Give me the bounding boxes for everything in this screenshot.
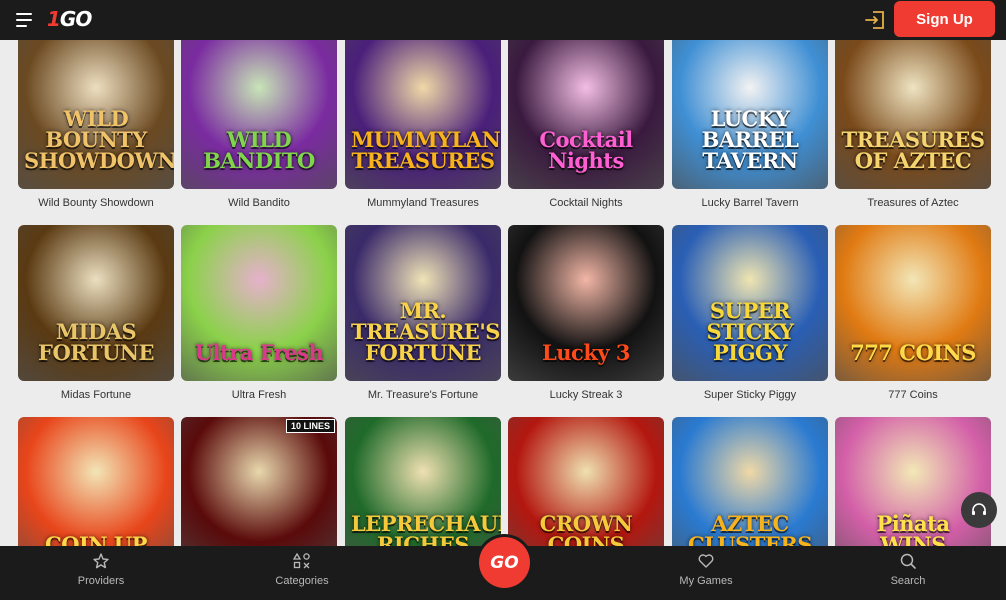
game-title: 777 Coins	[888, 389, 938, 401]
game-logo-text: Cocktail Nights	[539, 127, 633, 173]
game-logo-text: MUMMYLAND TREASURES	[351, 127, 501, 173]
brand-logo[interactable]: 1GO	[47, 7, 92, 31]
game-thumbnail[interactable]: MIDAS FORTUNE	[18, 225, 174, 381]
game-thumbnail[interactable]: Ultra Fresh	[181, 225, 337, 381]
top-header: 1GO Sign Up	[0, 0, 1006, 40]
game-logo-text: Ultra Fresh	[194, 340, 324, 365]
heart-icon	[698, 554, 714, 568]
game-thumbnail[interactable]: LUCKY BARREL TAVERN	[672, 33, 828, 189]
game-thumbnail[interactable]: Lucky 3	[508, 225, 664, 381]
game-title: Lucky Barrel Tavern	[701, 197, 799, 209]
nav-my-games[interactable]: My Games	[646, 552, 766, 587]
game-tile[interactable]: MIDAS FORTUNE Midas Fortune	[18, 225, 174, 401]
star-icon	[93, 553, 109, 569]
search-icon	[900, 553, 916, 569]
game-tile[interactable]: WILD BOUNTY SHOWDOWN Wild Bounty Showdown	[18, 33, 174, 209]
nav-search[interactable]: Search	[848, 552, 968, 587]
nav-providers-label: Providers	[77, 575, 125, 587]
signup-button[interactable]: Sign Up	[894, 1, 995, 37]
game-tile[interactable]: TREASURES OF AZTEC Treasures of Aztec	[835, 33, 991, 209]
game-thumbnail[interactable]: Cocktail Nights	[508, 33, 664, 189]
game-logo-text: Lucky 3	[542, 340, 631, 365]
game-tile[interactable]: SUPER STICKY PIGGY Super Sticky Piggy	[672, 225, 828, 401]
game-logo-text: LUCKY BARREL TAVERN	[701, 106, 799, 173]
game-title: Midas Fortune	[60, 389, 132, 401]
login-icon[interactable]	[864, 9, 886, 31]
game-logo-text: WILD BOUNTY SHOWDOWN	[24, 106, 174, 173]
game-title: Super Sticky Piggy	[703, 389, 797, 401]
game-tile[interactable]: Cocktail Nights Cocktail Nights	[508, 33, 664, 209]
game-tile[interactable]: WILD BANDITO Wild Bandito	[181, 33, 337, 209]
game-thumbnail[interactable]: WILD BANDITO	[181, 33, 337, 189]
game-thumbnail[interactable]: MR. TREASURE'S FORTUNE	[345, 225, 501, 381]
game-thumbnail[interactable]: 777 COINS	[835, 225, 991, 381]
categories-icon	[293, 552, 310, 569]
game-title: Mr. Treasure's Fortune	[367, 389, 479, 401]
nav-categories-label: Categories	[275, 575, 329, 587]
game-logo-text: MR. TREASURE'S FORTUNE	[351, 298, 500, 365]
game-tile[interactable]: Ultra Fresh Ultra Fresh	[181, 225, 337, 401]
game-thumbnail[interactable]: TREASURES OF AZTEC	[835, 33, 991, 189]
game-thumbnail[interactable]: SUPER STICKY PIGGY	[672, 225, 828, 381]
game-tile[interactable]: 777 COINS 777 Coins	[835, 225, 991, 401]
game-title: Cocktail Nights	[549, 197, 623, 209]
game-tile[interactable]: Lucky 3 Lucky Streak 3	[508, 225, 664, 401]
game-logo-text: TREASURES OF AZTEC	[841, 127, 985, 173]
hamburger-menu-icon[interactable]	[16, 13, 32, 27]
game-logo-text: SUPER STICKY PIGGY	[706, 298, 794, 365]
game-tile[interactable]: LUCKY BARREL TAVERN Lucky Barrel Tavern	[672, 33, 828, 209]
nav-providers[interactable]: Providers	[41, 552, 161, 587]
game-title: Lucky Streak 3	[549, 389, 623, 401]
game-tile[interactable]: MUMMYLAND TREASURES Mummyland Treasures	[345, 33, 501, 209]
game-title: Ultra Fresh	[231, 389, 287, 401]
game-logo-text: 777 COINS	[850, 340, 976, 365]
game-thumbnail[interactable]: WILD BOUNTY SHOWDOWN	[18, 33, 174, 189]
game-thumbnail[interactable]: MUMMYLAND TREASURES	[345, 33, 501, 189]
game-logo-text: WILD BANDITO	[203, 127, 315, 173]
game-title: Mummyland Treasures	[367, 197, 479, 209]
game-tile[interactable]: MR. TREASURE'S FORTUNE Mr. Treasure's For…	[345, 225, 501, 401]
game-logo-text: MIDAS FORTUNE	[38, 319, 154, 365]
nav-my-games-label: My Games	[679, 575, 733, 587]
support-chat-icon[interactable]	[961, 492, 997, 528]
lines-badge: 10 LINES	[285, 419, 335, 433]
nav-categories[interactable]: Categories	[242, 552, 362, 587]
go-home-button[interactable]: GO	[479, 537, 530, 588]
game-title: Wild Bounty Showdown	[38, 197, 154, 209]
game-title: Wild Bandito	[228, 197, 290, 209]
game-title: Treasures of Aztec	[867, 197, 959, 209]
nav-search-label: Search	[890, 575, 926, 587]
